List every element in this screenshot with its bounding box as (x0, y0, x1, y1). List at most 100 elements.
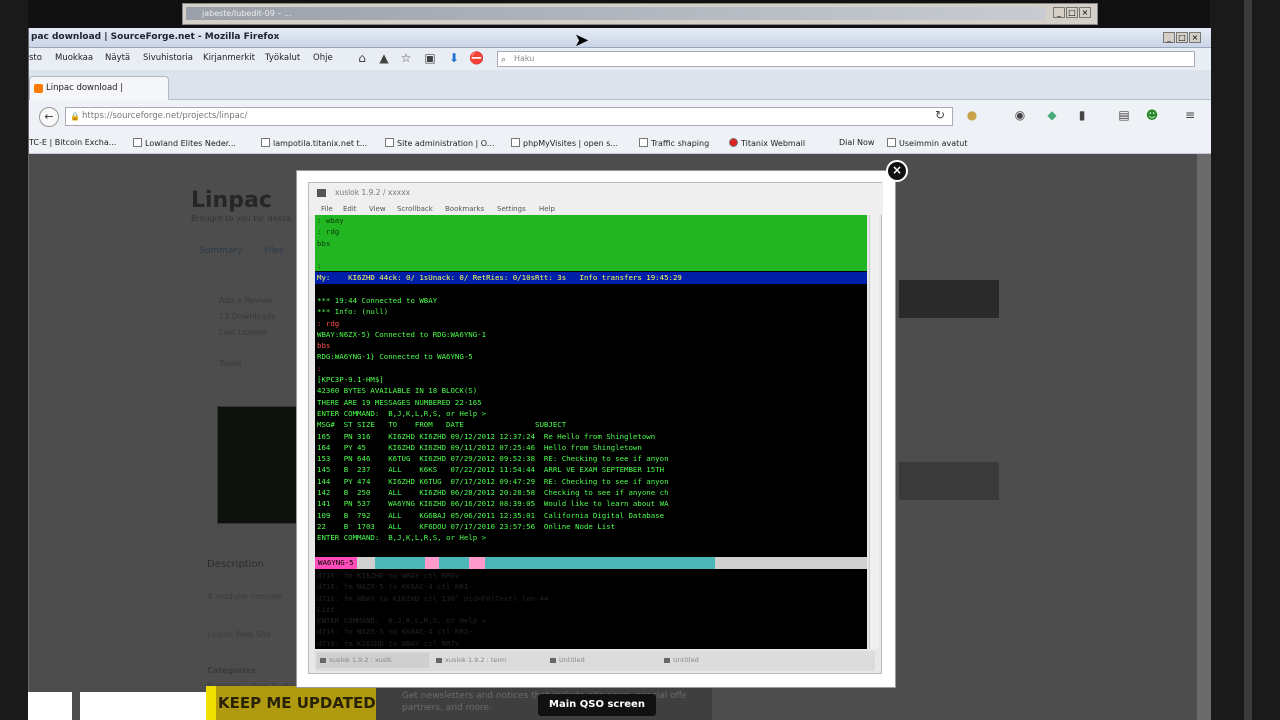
nav-files[interactable]: Files (264, 246, 284, 256)
terminal-menu-edit[interactable]: Edit (343, 205, 357, 213)
tool-icon[interactable]: ▮ (1075, 108, 1089, 122)
terminal-line: *** 19:44 Connected to WBAY (317, 296, 438, 305)
downloads-count: 13 Downloads (219, 312, 276, 321)
linpac-website-link[interactable]: Linpac Web Site (207, 630, 271, 639)
input-pane[interactable]: : wbay: rdg bbs: (315, 215, 867, 271)
star-icon[interactable]: ☆ (399, 51, 413, 65)
bookmark-icon (887, 138, 896, 147)
tweet-button[interactable]: Tweet (219, 359, 242, 368)
channel-segment[interactable] (425, 557, 439, 569)
video-caption: Main QSO screen (538, 694, 656, 716)
menu-history[interactable]: Sivuhistoria (143, 53, 193, 63)
firefox-window-buttons: _ □ × (1163, 32, 1201, 43)
minimize-icon[interactable]: _ (1053, 7, 1065, 18)
tab-linpac[interactable]: Linpac download | SourceFor... (29, 76, 169, 115)
adblock-icon[interactable]: ⛔ (469, 51, 484, 65)
terminal-line: : (317, 363, 322, 373)
terminal-line: d710: fm KI6ZHD to WBAY ctl RR7v (317, 638, 460, 648)
close-icon[interactable]: × (1189, 32, 1201, 43)
terminal-menu-help[interactable]: Help (539, 205, 555, 213)
menu-file[interactable]: sto (29, 53, 42, 63)
terminal-line: ENTER COMMAND: B,J,K,L,R,S, or Help > (317, 533, 487, 543)
terminal-menu-bar: File Edit View Scrollback Bookmarks Sett… (309, 203, 883, 215)
extension-icon[interactable]: ◆ (1045, 108, 1059, 122)
menu-edit[interactable]: Muokkaa (55, 53, 93, 63)
user-status-icon[interactable]: ☻ (1145, 108, 1159, 122)
addon-icon[interactable]: ● (965, 108, 979, 122)
mouse-cursor-icon: ➤ (574, 30, 590, 51)
terminal-titlebar[interactable]: xuslok 1.9.2 / xxxxx (309, 183, 883, 203)
maximize-icon[interactable]: □ (1176, 32, 1188, 43)
terminal-tab[interactable]: xuslok 1.9.2 : term (433, 653, 545, 668)
search-icon: ⌕ (501, 55, 507, 65)
menu-tools[interactable]: Työkalut (265, 53, 300, 63)
terminal-menu-bookmarks[interactable]: Bookmarks (445, 205, 484, 213)
bookmark-item[interactable]: lampotila.titanix.net t... (261, 138, 367, 148)
back-button[interactable]: ← (39, 107, 59, 127)
terminal-tab[interactable]: xuslok 1.9.2 : xuslk (317, 653, 429, 668)
bookmark-item[interactable]: Lowland Elites Neder... (133, 138, 236, 148)
page-scrollbar[interactable] (1197, 154, 1211, 720)
home-icon[interactable]: ⌂ (355, 51, 369, 65)
terminal-tab[interactable]: Untitled (661, 653, 773, 668)
bookmark-item[interactable]: Site administration | O... (385, 138, 494, 148)
terminal-menu-scrollback[interactable]: Scrollback (397, 205, 433, 213)
terminal-menu-view[interactable]: View (369, 205, 386, 213)
description-text: A modular console (207, 592, 282, 601)
terminal-menu-settings[interactable]: Settings (497, 205, 526, 213)
terminal-line: ENTER COMMAND: B,J,K,L,R,S, or Help > (317, 616, 487, 626)
terminal-line: d710: fm WBAY to KI6ZHD ctl I30^ pid=F0(… (317, 593, 549, 603)
channel-segment[interactable] (469, 557, 485, 569)
channel-segment[interactable] (375, 557, 425, 569)
lock-icon: 🔒 (70, 112, 80, 121)
terminal-line: *** Info: (null) (317, 307, 389, 317)
save-icon[interactable]: ▤ (1117, 108, 1131, 122)
terminal-line: 141 PN 537 WA6YNG KI6ZHD 06/16/2012 08:3… (317, 499, 669, 509)
screenshot-thumbnail[interactable] (217, 406, 297, 524)
bookmark-item[interactable]: Dial Now (839, 138, 874, 147)
firefox-titlebar[interactable]: pac download | SourceForge.net - Mozilla… (29, 28, 1211, 48)
download-panel[interactable] (899, 280, 999, 318)
bookmark-item[interactable]: Titanix Webmail (729, 138, 805, 148)
terminal-screen[interactable]: : wbay: rdg bbs: My: KI6ZHD 44ck: 0/ 1sUn… (315, 215, 867, 649)
bookmark-item[interactable]: Useimmin avatut (887, 138, 967, 148)
clipboard-icon[interactable]: ▣ (423, 51, 437, 65)
minimize-icon[interactable]: _ (1163, 32, 1175, 43)
terminal-scrollbar[interactable] (869, 215, 879, 649)
menu-help[interactable]: Ohje (313, 53, 333, 63)
bookmark-item[interactable]: Traffic shaping (639, 138, 709, 148)
window-title: pac download | SourceForge.net - Mozilla… (31, 32, 280, 42)
hamburger-menu-icon[interactable]: ≡ (1183, 108, 1197, 122)
nav-summary[interactable]: Summary (199, 246, 243, 256)
url-bar[interactable]: 🔒 https://sourceforge.net/projects/linpa… (65, 107, 953, 126)
terminal-line: 22 B 1703 ALL KF6DOU 07/17/2010 23:57:56… (317, 521, 616, 531)
lightbox-close-button[interactable]: × (886, 160, 908, 182)
channel-segment[interactable] (485, 557, 715, 569)
close-icon[interactable]: × (1079, 7, 1091, 18)
search-placeholder: Haku (514, 54, 535, 63)
add-review-link[interactable]: Add a Review (219, 296, 273, 305)
bookmark-icon (729, 138, 738, 147)
bookmark-item[interactable]: phpMyVisites | open s... (511, 138, 618, 148)
screen: jabeste/lubedit-09 – ... _ □ × pac downl… (0, 0, 1280, 720)
download-arrow-icon[interactable]: ⬇ (447, 51, 461, 65)
terminal-line: d710: fm N6ZX-5 to KK6AC-4 ctl RR2- (317, 627, 473, 637)
terminal-menu-file[interactable]: File (321, 205, 333, 213)
bookmark-item[interactable]: TC-E | Bitcoin Excha... (29, 138, 116, 147)
keep-updated-button[interactable]: KEEP ME UPDATED (206, 686, 376, 720)
chat-icon[interactable]: ◉ (1013, 108, 1027, 122)
terminal-tab[interactable]: Untitled (547, 653, 659, 668)
background-window[interactable]: jabeste/lubedit-09 – ... _ □ × (182, 3, 1098, 25)
search-input[interactable]: ⌕ Haku (497, 51, 1195, 67)
terminal-line: RDG:WA6YNG-1} Connected to WA6YNG-5 (317, 352, 473, 362)
terminal-line: 165 PN 316 KI6ZHD KI6ZHD 09/12/2012 12:3… (317, 431, 656, 441)
reload-icon[interactable]: ↻ (933, 108, 947, 122)
input-line: : wbay (317, 216, 344, 225)
maximize-icon[interactable]: □ (1066, 7, 1078, 18)
channel-segment[interactable] (439, 557, 469, 569)
monitor-log: d710: fm KI6ZHD to WBAY ctl RR6v d710: fm… (315, 570, 867, 649)
menu-bookmarks[interactable]: Kirjanmerkit (203, 53, 255, 63)
menu-view[interactable]: Näytä (105, 53, 130, 63)
channel-bar[interactable]: WA6YNG-5 (315, 557, 867, 569)
downloads-list-icon[interactable]: ▲ (377, 51, 391, 65)
